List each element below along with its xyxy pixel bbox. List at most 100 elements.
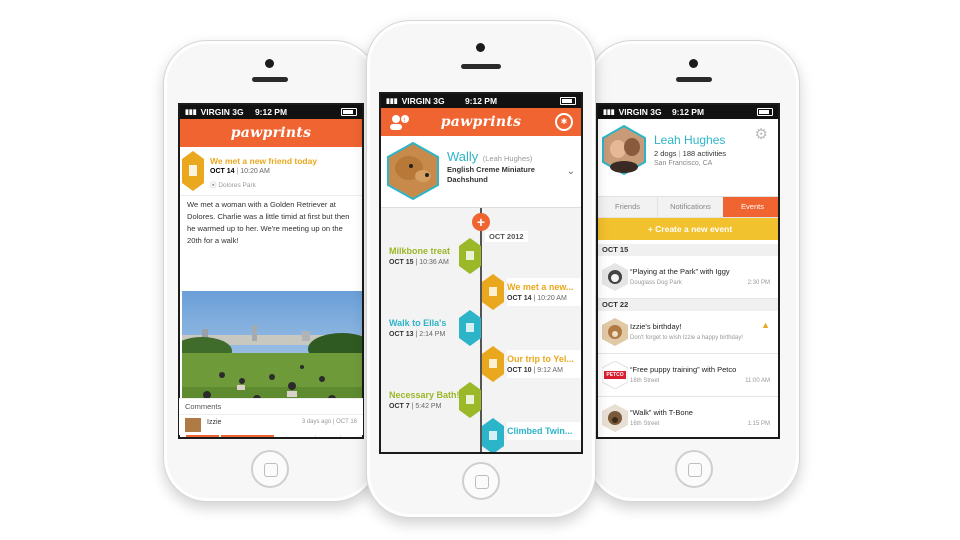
- create-event-button[interactable]: + Create a new event: [598, 218, 778, 240]
- timeline-entry-title: Our trip to Yel...: [507, 354, 574, 364]
- event-title: Izzie's birthday!: [630, 322, 682, 331]
- comments-header: Comments: [179, 399, 363, 415]
- speaker-grille: [461, 64, 501, 69]
- timeline-entry[interactable]: Climbed Twin...: [381, 418, 581, 452]
- notebook-icon: [482, 346, 504, 382]
- comment-meta: 3 days ago | OCT 16: [301, 419, 357, 425]
- center-screen: ▮▮▮ VIRGIN 3G 9:12 PM ! pawprints ✱ Wall…: [379, 92, 583, 454]
- front-camera: [689, 59, 698, 68]
- profile-location: San Francisco, CA: [654, 160, 713, 167]
- post-body: We met a woman with a Golden Retriever a…: [187, 200, 350, 245]
- post-meta: OCT 14 | 10:20 AM: [210, 168, 270, 175]
- add-event-button[interactable]: +: [472, 213, 490, 231]
- timeline-entry-title: Necessary Bath!: [389, 390, 460, 400]
- tab-friends[interactable]: Friends: [598, 197, 659, 217]
- timeline-entry-text: We met a new... OCT 14 | 10:20 AM: [507, 278, 581, 306]
- friends-icon[interactable]: !: [389, 114, 409, 130]
- home-button[interactable]: [462, 462, 500, 500]
- event-item[interactable]: “Walk” with T-Bone 16th Street 1:15 PM: [598, 397, 778, 437]
- post-time: 10:20 AM: [240, 168, 270, 175]
- right-screen: ▮▮▮ VIRGIN 3G 9:12 PM Leah Hughes 2 dogs…: [596, 103, 780, 439]
- right-phone: ▮▮▮ VIRGIN 3G 9:12 PM Leah Hughes 2 dogs…: [588, 40, 800, 502]
- timeline-entry[interactable]: Our trip to Yel... OCT 10 | 9:12 AM: [381, 346, 581, 382]
- location-pin-icon: ⦿: [210, 182, 217, 189]
- timeline-entry-meta: OCT 15 | 10:36 AM: [389, 259, 450, 266]
- event-item[interactable]: “Playing at the Park” with Iggy Douglass…: [598, 256, 778, 299]
- dog-owner: (Leah Hughes): [482, 154, 533, 163]
- comments-block: Comments Izzie 3 days ago | OCT 16: [179, 398, 363, 435]
- timeline-entry[interactable]: We met a new... OCT 14 | 10:20 AM: [381, 274, 581, 310]
- timeline-entry[interactable]: Milkbone treat OCT 15 | 10:36 AM: [381, 238, 581, 274]
- tab-notifications[interactable]: Notifications: [658, 197, 723, 217]
- tab-events[interactable]: Events: [722, 197, 778, 217]
- timeline-entry-time: 10:20 AM: [537, 295, 567, 302]
- battery-icon: [757, 108, 773, 116]
- front-camera: [265, 59, 274, 68]
- timeline-entry-date: OCT 14: [507, 295, 532, 302]
- profile-stats: 2 dogs | 188 activities: [654, 149, 727, 158]
- timeline-entry-title: Milkbone treat: [389, 246, 451, 256]
- home-button[interactable]: [251, 450, 289, 488]
- event-title: “Walk” with T-Bone: [630, 408, 693, 417]
- event-place: 16th Street: [630, 378, 660, 384]
- post-header: We met a new friend today OCT 14 | 10:20…: [180, 147, 362, 196]
- timeline: + OCT 2012 Milkbone treat OCT 15 | 10:36 …: [381, 207, 581, 452]
- event-item[interactable]: Izzie's birthday! Don't forget to wish I…: [598, 311, 778, 354]
- notebook-icon: [482, 274, 504, 310]
- tab-bar: Friends Notifications Events: [598, 196, 778, 218]
- activity-count: 188 activities: [682, 149, 727, 158]
- date-header: OCT 22: [598, 299, 778, 311]
- dog-name-row: Wally (Leah Hughes): [447, 148, 532, 166]
- post-place: Dolores Park: [218, 182, 256, 189]
- timeline-entry-title: Climbed Twin...: [507, 426, 573, 436]
- battery-icon: [341, 108, 357, 116]
- timeline-entry-text: Necessary Bath! OCT 7 | 5:42 PM: [389, 390, 460, 410]
- profile-name: Leah Hughes: [654, 133, 726, 147]
- comment-ago: 3 days ago: [301, 419, 332, 425]
- timeline-entry-time: 2:14 PM: [419, 331, 446, 338]
- chevron-down-icon[interactable]: ⌄: [567, 166, 575, 177]
- status-bar: ▮▮▮ VIRGIN 3G 9:12 PM: [598, 105, 778, 119]
- event-time: 2:30 PM: [747, 280, 770, 286]
- dog-count: 2 dogs: [654, 149, 677, 158]
- post-date: OCT 14: [210, 168, 235, 175]
- timeline-entry-date: OCT 13: [389, 331, 414, 338]
- timeline-entry-title: We met a new...: [507, 282, 574, 292]
- app-header: ! pawprints ✱: [381, 108, 581, 136]
- paw-badge-icon[interactable]: ✱: [555, 113, 573, 131]
- timeline-entry-time: 5:42 PM: [415, 403, 442, 410]
- gear-icon[interactable]: ⚙: [755, 125, 768, 143]
- event-place: 16th Street: [630, 421, 660, 427]
- dog-avatar: [602, 318, 628, 346]
- post-place-row: ⦿ Dolores Park: [210, 179, 256, 189]
- center-phone: ▮▮▮ VIRGIN 3G 9:12 PM ! pawprints ✱ Wall…: [366, 20, 596, 518]
- event-item[interactable]: PETCO “Free puppy training” with Petco 1…: [598, 354, 778, 397]
- commenter-avatar: [185, 418, 201, 432]
- dog-breed: English Creme Miniature Dachshund: [447, 165, 535, 184]
- timeline-entry-date: OCT 7: [389, 403, 410, 410]
- timeline-entry-meta: OCT 10 | 9:12 AM: [507, 367, 581, 374]
- timeline-entry[interactable]: Walk to Ella's OCT 13 | 2:14 PM: [381, 310, 581, 346]
- comment-row[interactable]: Izzie 3 days ago | OCT 16: [179, 415, 363, 433]
- timeline-entry[interactable]: Necessary Bath! OCT 7 | 5:42 PM: [381, 382, 581, 418]
- timeline-entry-time: 10:36 AM: [419, 259, 449, 266]
- dog-avatar: [602, 404, 628, 432]
- bathtub-icon: [459, 382, 481, 418]
- timeline-entry-meta: OCT 13 | 2:14 PM: [389, 331, 446, 338]
- clock: 9:12 PM: [464, 96, 498, 106]
- profile-avatar[interactable]: [602, 125, 646, 175]
- dog-avatar[interactable]: [387, 142, 439, 200]
- timeline-entry-date: OCT 15: [389, 259, 414, 266]
- app-logo: pawprints: [230, 125, 312, 141]
- event-title: “Playing at the Park” with Iggy: [630, 267, 730, 276]
- paw-icon: [482, 418, 504, 452]
- home-button[interactable]: [675, 450, 713, 488]
- status-bar: ▮▮▮ VIRGIN 3G 9:12 PM: [381, 94, 581, 108]
- event-place: Don't forget to wish Izzie a happy birth…: [630, 335, 743, 341]
- front-camera: [476, 43, 485, 52]
- cake-icon: ▲: [761, 320, 770, 330]
- clock: 9:12 PM: [254, 107, 288, 117]
- dog-avatar: [602, 263, 628, 291]
- clock: 9:12 PM: [671, 107, 705, 117]
- comment-date: OCT 16: [336, 419, 357, 425]
